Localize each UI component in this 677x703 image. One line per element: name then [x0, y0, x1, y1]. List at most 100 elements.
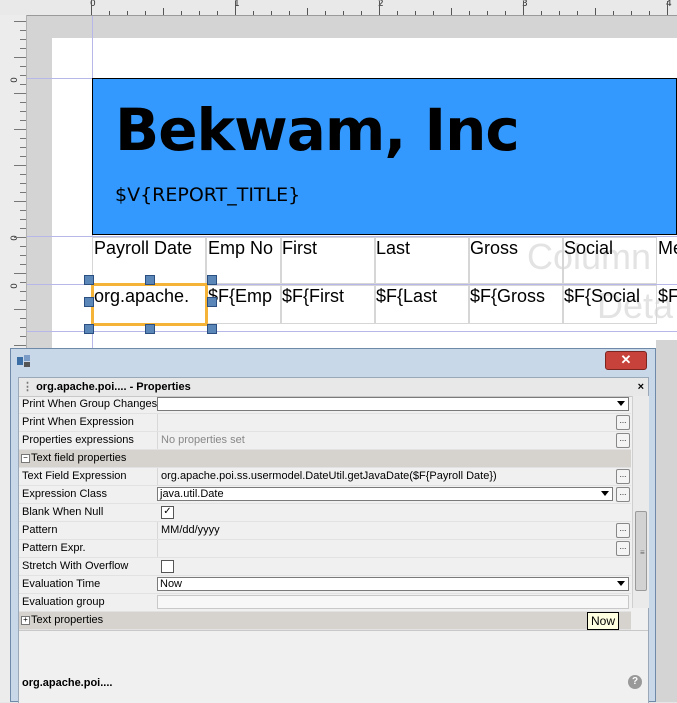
resize-handle-w[interactable] [84, 297, 94, 307]
ruler-tick [20, 30, 26, 31]
prop-row-pattern[interactable]: Pattern MM/dd/yyyy ... [19, 522, 631, 540]
drag-grip-icon[interactable]: ⋮ [22, 381, 33, 393]
prop-row-expression-class[interactable]: Expression Class java.util.Date ... [19, 486, 631, 504]
resize-handle-ne[interactable] [207, 275, 217, 285]
collapse-icon[interactable]: − [21, 454, 30, 463]
prop-row-properties-expressions[interactable]: Properties expressions No properties set… [19, 432, 631, 450]
window-title-bar[interactable]: ✕ [11, 349, 655, 371]
report-title-field[interactable]: $V{REPORT_TITLE} [115, 184, 300, 206]
ruler-tick [649, 11, 650, 15]
ruler-tick [397, 11, 398, 15]
resize-handle-e[interactable] [207, 297, 217, 307]
field-first[interactable]: $F{First [282, 286, 374, 307]
prop-row-print-when-group-changes[interactable]: Print When Group Changes [19, 396, 631, 414]
header-social[interactable]: Social [564, 238, 656, 259]
ruler-tick [181, 11, 182, 15]
properties-expressions-value[interactable]: No properties set [157, 432, 631, 449]
ellipsis-button[interactable]: ... [616, 523, 630, 538]
selected-field-outline[interactable] [91, 283, 208, 326]
ruler-number-v0c: 0 [9, 283, 20, 289]
description-area: org.apache.poi.... ? [19, 630, 648, 703]
header-first[interactable]: First [282, 238, 374, 259]
text-field-expression-value[interactable]: org.apache.poi.ss.usermodel.DateUtil.get… [157, 468, 631, 485]
company-title-text[interactable]: Bekwam, Inc [115, 96, 520, 164]
ruler-tick [595, 8, 596, 15]
field-me[interactable]: $F [658, 286, 677, 307]
ruler-tick [20, 147, 26, 148]
prop-label: Text Field Expression [22, 470, 127, 482]
header-last[interactable]: Last [376, 238, 468, 259]
header-gross[interactable]: Gross [470, 238, 562, 259]
prop-row-print-when-expression[interactable]: Print When Expression ... [19, 414, 631, 432]
panel-close-icon[interactable]: × [638, 378, 644, 396]
ruler-tick [343, 11, 344, 15]
ruler-tick [20, 156, 26, 157]
category-label: Text properties [31, 614, 104, 626]
prop-row-evaluation-time[interactable]: Evaluation Time Now [19, 576, 631, 594]
prop-label: Pattern Expr. [22, 542, 86, 554]
header-payroll-date[interactable]: Payroll Date [94, 238, 206, 259]
stretch-with-overflow-checkbox[interactable] [161, 560, 174, 573]
prop-label: Expression Class [22, 488, 107, 500]
print-when-group-select[interactable] [157, 397, 629, 411]
print-when-expression-value[interactable] [157, 414, 631, 431]
ruler-tick [163, 8, 164, 15]
app-icon [17, 355, 30, 367]
ellipsis-button[interactable]: ... [616, 541, 630, 556]
category-text-properties[interactable]: + Text properties [19, 612, 631, 630]
ruler-tick [415, 11, 416, 15]
field-social[interactable]: $F{Social [564, 286, 656, 307]
prop-row-pattern-expr[interactable]: Pattern Expr. ... [19, 540, 631, 558]
properties-scrollbar[interactable]: ≡ [632, 396, 649, 608]
expand-icon[interactable]: + [21, 616, 30, 625]
header-me[interactable]: Me [658, 238, 677, 259]
ellipsis-button[interactable]: ... [616, 415, 630, 430]
prop-row-stretch-with-overflow[interactable]: Stretch With Overflow [19, 558, 631, 576]
help-icon[interactable]: ? [628, 675, 642, 689]
ruler-tick [451, 8, 452, 15]
pattern-value[interactable]: MM/dd/yyyy [157, 522, 631, 539]
prop-row-text-field-expression[interactable]: Text Field Expression org.apache.poi.ss.… [19, 468, 631, 486]
ruler-tick [379, 1, 380, 15]
ruler-tick [14, 201, 26, 202]
prop-label: Evaluation Time [22, 578, 101, 590]
ruler-tick [667, 1, 668, 15]
scrollbar-thumb[interactable]: ≡ [635, 511, 647, 591]
prop-label: Blank When Null [22, 506, 104, 518]
ellipsis-button[interactable]: ... [616, 433, 630, 448]
ruler-tick [289, 11, 290, 15]
expression-class-select[interactable]: java.util.Date [157, 487, 613, 501]
field-gross[interactable]: $F{Gross [470, 286, 562, 307]
pattern-expr-value[interactable] [157, 540, 631, 557]
resize-handle-s[interactable] [145, 324, 155, 334]
window-close-button[interactable]: ✕ [605, 351, 647, 370]
evaluation-time-select[interactable]: Now [157, 577, 629, 591]
ruler-tick [20, 138, 26, 139]
resize-handle-se[interactable] [207, 324, 217, 334]
ruler-tick [20, 48, 26, 49]
blank-when-null-checkbox[interactable]: ✓ [161, 506, 174, 519]
ellipsis-button[interactable]: ... [616, 469, 630, 484]
resize-handle-n[interactable] [145, 275, 155, 285]
field-emp-no[interactable]: $F{Emp [208, 286, 281, 307]
ruler-tick [20, 102, 26, 103]
resize-handle-sw[interactable] [84, 324, 94, 334]
prop-row-evaluation-group[interactable]: Evaluation group [19, 594, 631, 612]
category-text-field-properties[interactable]: − Text field properties [19, 450, 631, 468]
resize-handle-nw[interactable] [84, 275, 94, 285]
description-title: org.apache.poi.... [22, 677, 113, 689]
properties-panel-header: ⋮ org.apache.poi.... - Properties × [19, 378, 648, 397]
ellipsis-button[interactable]: ... [616, 487, 630, 502]
chevron-down-icon [617, 581, 625, 586]
evaluation-group-select[interactable] [157, 595, 629, 609]
header-emp-no[interactable]: Emp No [208, 238, 281, 259]
properties-window[interactable]: ✕ ⋮ org.apache.poi.... - Properties × Pr… [10, 348, 656, 703]
prop-row-blank-when-null[interactable]: Blank When Null ✓ [19, 504, 631, 522]
ruler-tick [20, 291, 26, 292]
ruler-tick [20, 255, 26, 256]
field-last[interactable]: $F{Last [376, 286, 468, 307]
ruler-tick [20, 300, 26, 301]
ruler-tick [271, 11, 272, 15]
ruler-tick [217, 11, 218, 15]
ruler-tick [145, 11, 146, 15]
